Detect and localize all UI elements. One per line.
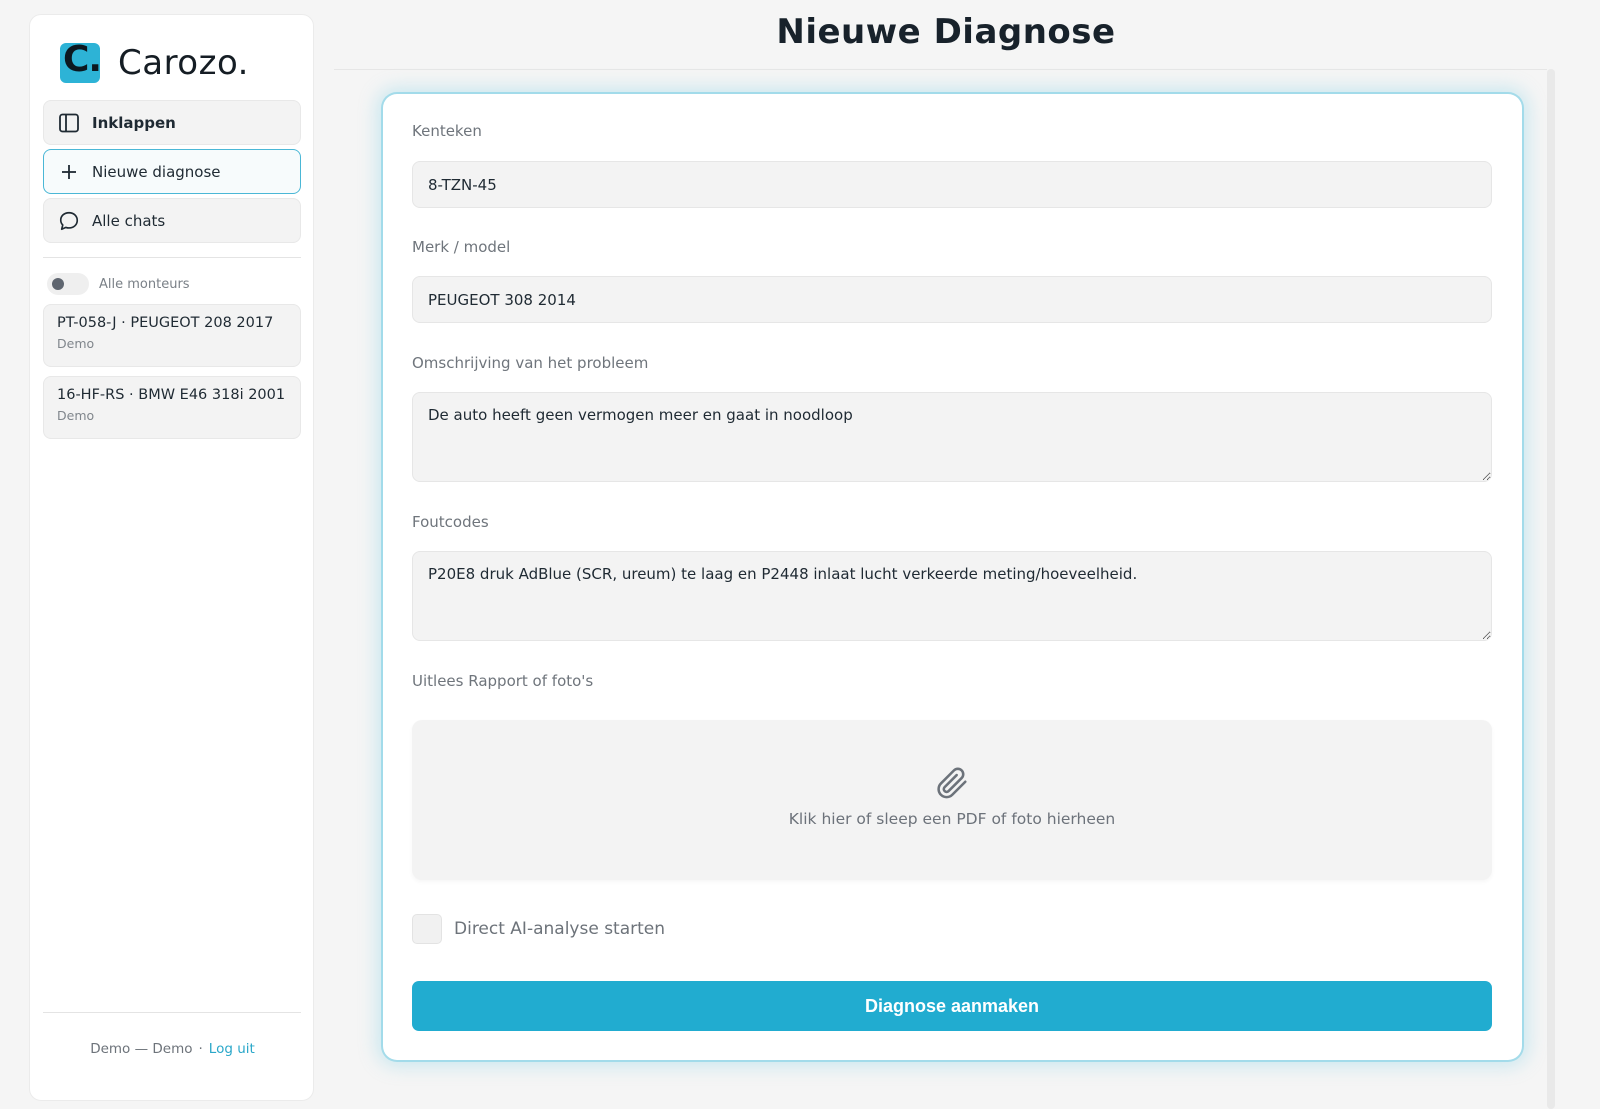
- sidebar-divider: [43, 257, 301, 258]
- chat-title: PT-058-J · PEUGEOT 208 2017: [57, 315, 274, 331]
- collapse-sidebar-button[interactable]: Inklappen: [43, 100, 301, 145]
- upload-label: Uitlees Rapport of foto's: [412, 672, 594, 690]
- header-divider: [334, 69, 1547, 70]
- license-plate-input[interactable]: [412, 161, 1492, 208]
- paperclip-icon: [935, 766, 969, 804]
- new-diagnosis-label: Nieuwe diagnose: [92, 162, 221, 181]
- problem-description-label: Omschrijving van het probleem: [412, 354, 649, 372]
- fault-codes-textarea[interactable]: P20E8 druk AdBlue (SCR, ureum) te laag e…: [412, 551, 1492, 641]
- chat-list-item[interactable]: 16-HF-RS · BMW E46 318i 2001 Demo: [43, 376, 301, 439]
- make-model-input[interactable]: [412, 276, 1492, 323]
- problem-description-textarea[interactable]: De auto heeft geen vermogen meer en gaat…: [412, 392, 1492, 482]
- fault-codes-label: Foutcodes: [412, 513, 489, 531]
- plus-icon: [58, 161, 80, 183]
- auto-analysis-checkbox[interactable]: [412, 914, 442, 944]
- chat-title: 16-HF-RS · BMW E46 318i 2001: [57, 387, 286, 403]
- chat-subtitle: Demo: [57, 336, 95, 351]
- page-title: Nieuwe Diagnose: [776, 12, 1116, 52]
- all-mechanics-label: Alle monteurs: [99, 276, 190, 292]
- new-diagnosis-button[interactable]: Nieuwe diagnose: [43, 149, 301, 194]
- chat-list-item[interactable]: PT-058-J · PEUGEOT 208 2017 Demo: [43, 304, 301, 367]
- auto-analysis-label[interactable]: Direct AI-analyse starten: [454, 919, 665, 939]
- auto-analysis-row: Direct AI-analyse starten: [412, 914, 665, 944]
- dropzone-hint: Klik hier of sleep een PDF of foto hierh…: [788, 810, 1116, 828]
- footer-separator: ·: [198, 1041, 203, 1057]
- sidebar: C. Carozo. Inklappen Nieuwe diagnose All…: [29, 14, 314, 1101]
- file-dropzone[interactable]: Klik hier of sleep een PDF of foto hierh…: [412, 720, 1492, 880]
- sidebar-panel-icon: [58, 112, 80, 134]
- logo-mark-icon: C.: [60, 43, 100, 83]
- page-scrollbar[interactable]: [1547, 69, 1555, 1109]
- brand-name: Carozo.: [118, 43, 249, 83]
- make-model-label: Merk / model: [412, 238, 511, 256]
- logout-link[interactable]: Log uit: [209, 1041, 255, 1057]
- sidebar-footer: Demo — Demo · Log uit: [30, 1041, 315, 1057]
- current-user: Demo — Demo: [90, 1041, 193, 1057]
- create-diagnosis-button[interactable]: Diagnose aanmaken: [412, 981, 1492, 1031]
- brand-logo[interactable]: C. Carozo.: [60, 43, 249, 83]
- sidebar-footer-divider: [43, 1012, 301, 1013]
- all-chats-label: Alle chats: [92, 211, 166, 230]
- all-mechanics-toggle[interactable]: [47, 273, 89, 295]
- diagnosis-form-card: Kenteken Merk / model Omschrijving van h…: [383, 94, 1522, 1060]
- chat-bubble-icon: [58, 210, 80, 232]
- chat-subtitle: Demo: [57, 408, 95, 423]
- license-plate-label: Kenteken: [412, 122, 482, 140]
- all-chats-button[interactable]: Alle chats: [43, 198, 301, 243]
- collapse-label: Inklappen: [92, 113, 176, 132]
- toggle-knob: [52, 278, 64, 290]
- all-mechanics-row: Alle monteurs: [47, 273, 190, 295]
